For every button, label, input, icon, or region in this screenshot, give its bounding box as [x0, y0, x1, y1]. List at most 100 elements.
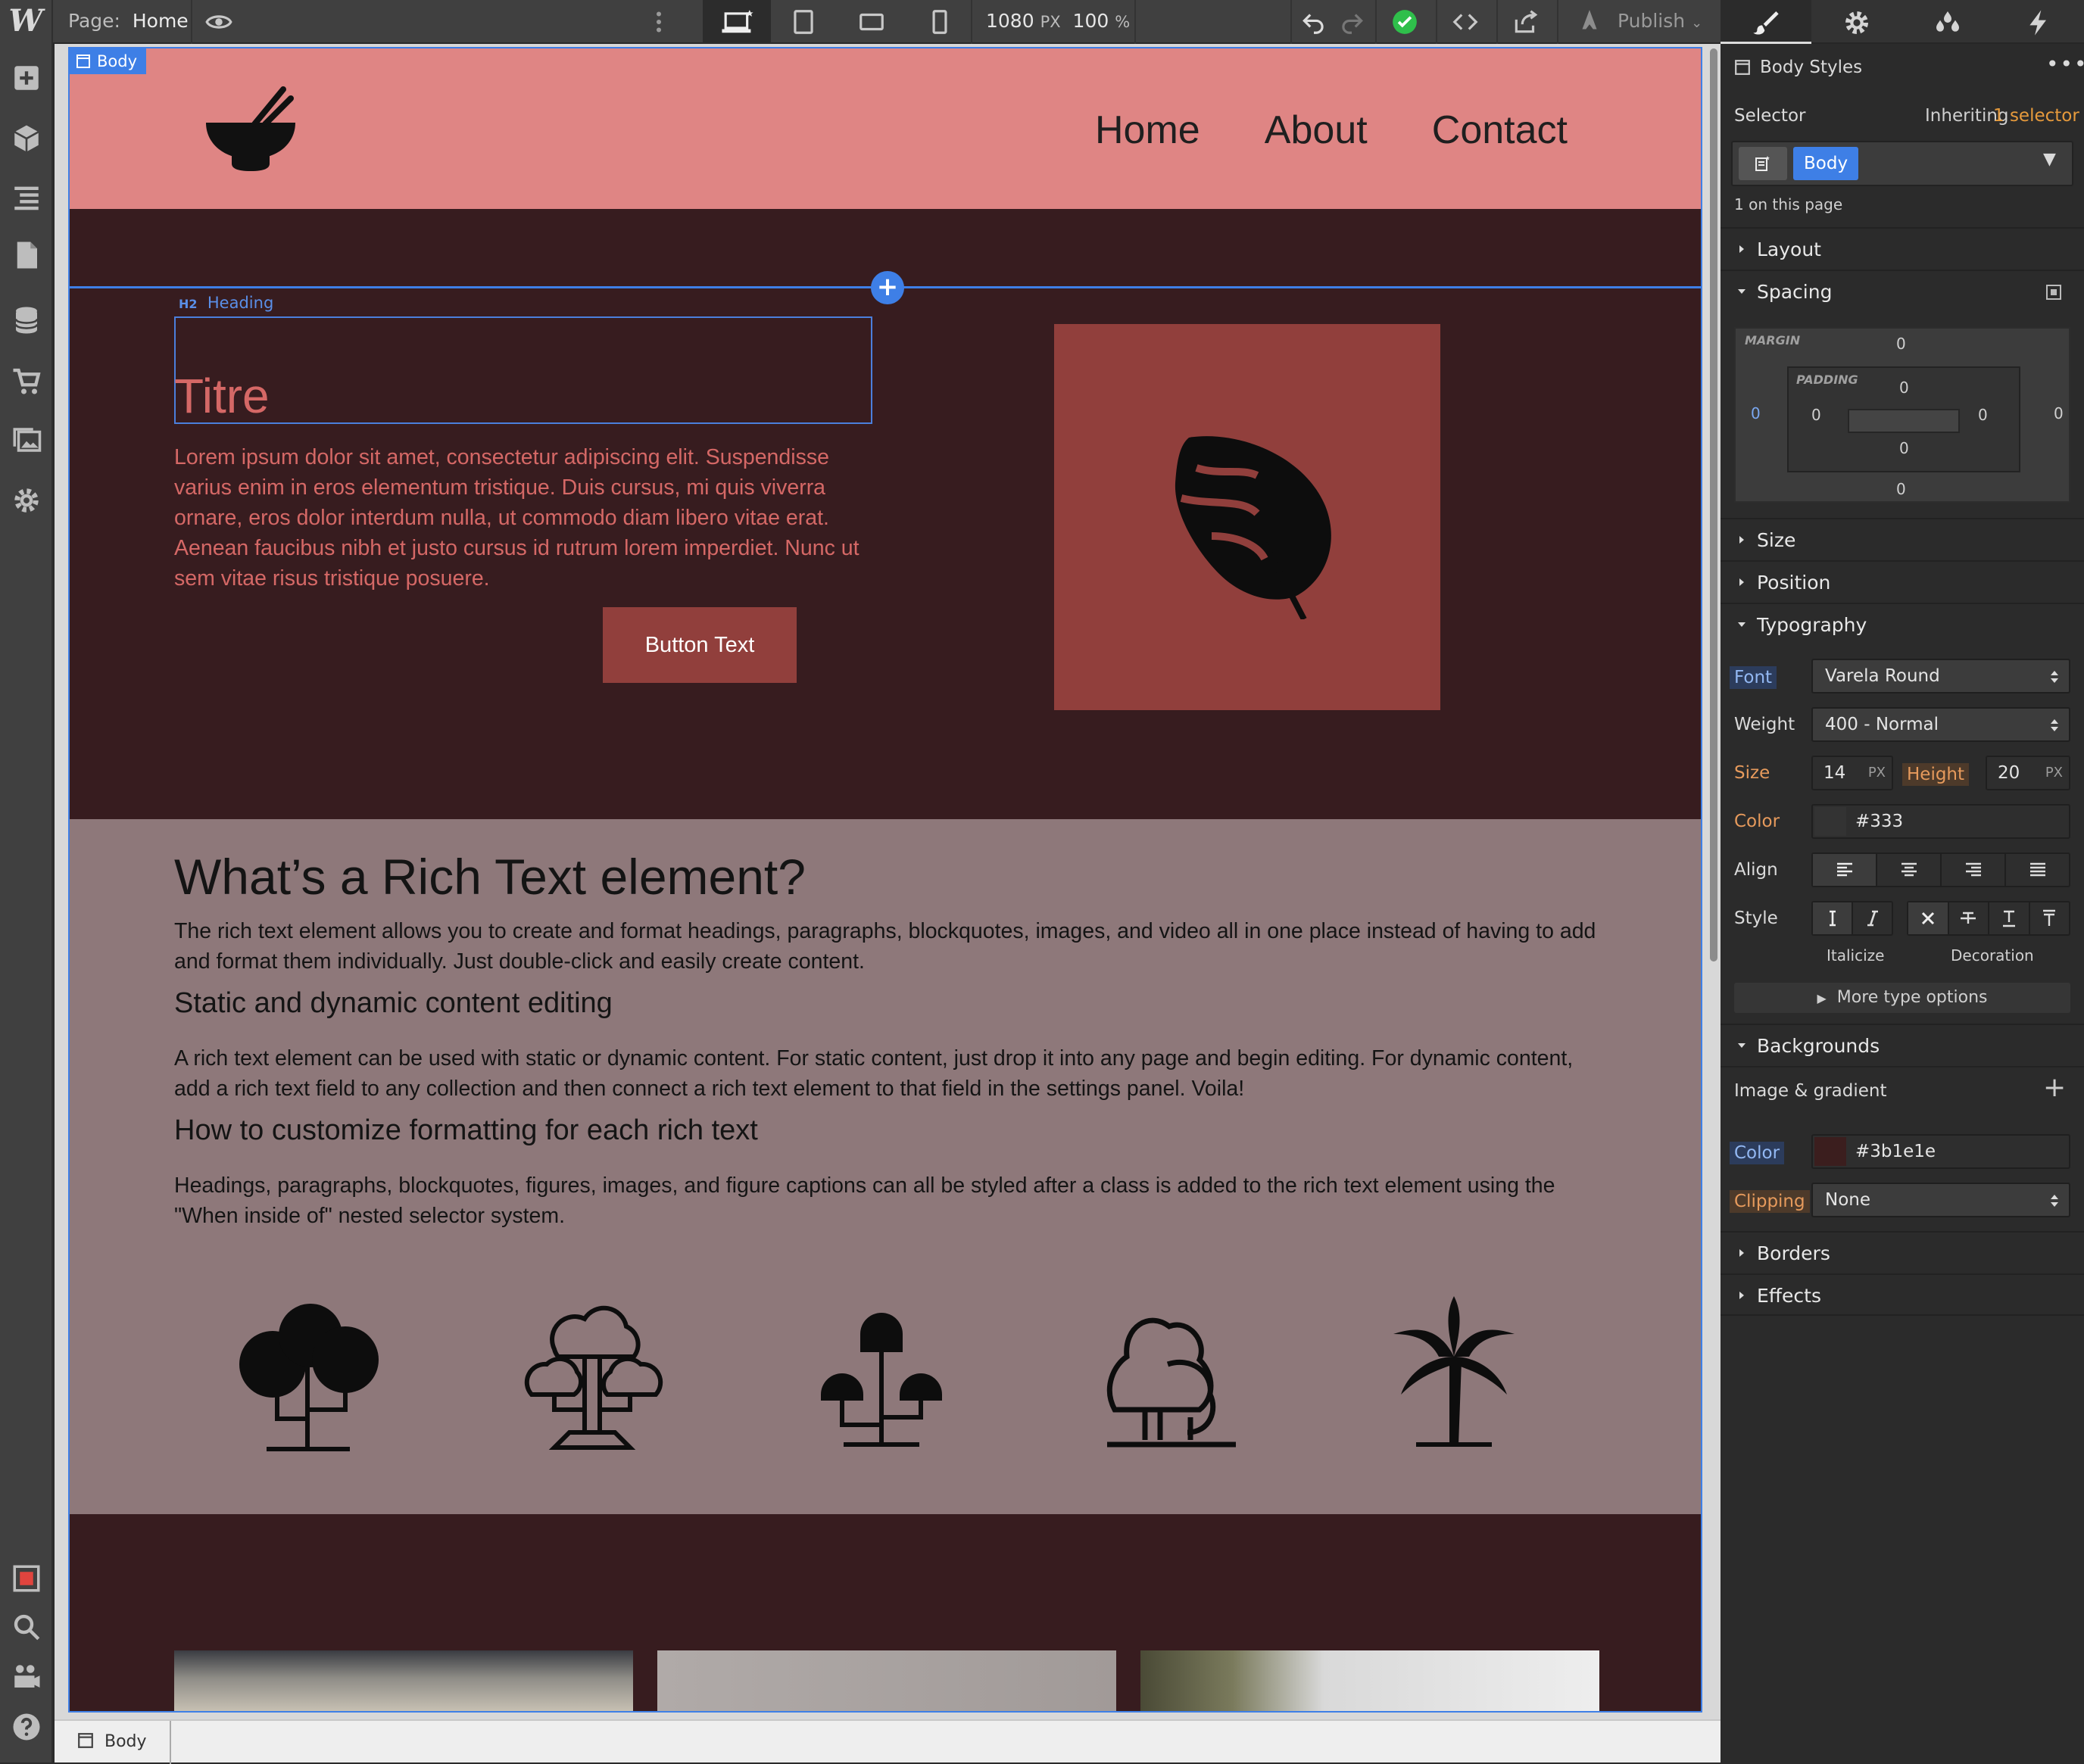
nav-link-home[interactable]: Home: [1095, 108, 1200, 152]
record-stop-icon[interactable]: [11, 1563, 42, 1594]
redo-icon[interactable]: [1337, 8, 1366, 36]
decoration-none-button[interactable]: [1908, 902, 1949, 934]
margin-right-value[interactable]: 0: [2054, 404, 2064, 422]
tab-settings[interactable]: [1811, 0, 1902, 44]
site-body[interactable]: Home About Contact + H2 Heading Titre Lo…: [68, 47, 1702, 1713]
symbols-cube-icon[interactable]: [11, 123, 42, 154]
italic-off-button[interactable]: [1813, 902, 1853, 934]
more-type-options-button[interactable]: ▶ More type options: [1734, 983, 2070, 1013]
add-section-plus-button[interactable]: +: [871, 271, 904, 304]
code-export-icon[interactable]: [1451, 8, 1480, 36]
margin-left-value[interactable]: 0: [1751, 404, 1761, 422]
inheriting-selector-link[interactable]: 1 selector: [1993, 106, 2079, 126]
clipping-select[interactable]: None: [1811, 1183, 2070, 1217]
assets-icon[interactable]: [11, 424, 42, 456]
ecommerce-cart-icon[interactable]: [11, 365, 42, 397]
bush-tree-icon[interactable]: [1084, 1289, 1251, 1455]
scrollbar-thumb[interactable]: [1710, 48, 1717, 961]
rich-text-h1[interactable]: What’s a Rich Text element?: [174, 848, 806, 905]
help-icon[interactable]: [11, 1711, 42, 1743]
section-typography[interactable]: Typography: [1721, 603, 2084, 645]
rich-text-section[interactable]: What’s a Rich Text element? The rich tex…: [68, 819, 1702, 1514]
align-center-button[interactable]: [1877, 854, 1942, 886]
share-icon[interactable]: [1512, 8, 1540, 36]
grid-image-sky[interactable]: [174, 1650, 633, 1713]
text-color-input[interactable]: #333: [1811, 804, 2070, 839]
tab-style-manager[interactable]: [1902, 0, 1993, 44]
padding-bottom-value[interactable]: 0: [1899, 439, 1909, 457]
rich-text-h3[interactable]: How to customize formatting for each ric…: [174, 1114, 758, 1147]
hero-paragraph[interactable]: Lorem ipsum dolor sit amet, consectetur …: [174, 442, 886, 594]
margin-top-value[interactable]: 0: [1896, 335, 1906, 353]
tab-interactions[interactable]: [1993, 0, 2084, 44]
desktop-breakpoint-icon[interactable]: [718, 8, 757, 36]
selector-element-button[interactable]: [1739, 147, 1787, 180]
section-backgrounds[interactable]: Backgrounds: [1721, 1024, 2084, 1066]
rich-text-h3[interactable]: Static and dynamic content editing: [174, 987, 613, 1020]
add-elements-icon[interactable]: [11, 62, 42, 94]
selector-chip-body[interactable]: Body: [1793, 147, 1859, 180]
image-grid-section[interactable]: [68, 1514, 1702, 1713]
spacing-preset-icon[interactable]: [2045, 283, 2063, 301]
nav-link-about[interactable]: About: [1265, 108, 1368, 152]
strikethrough-button[interactable]: [1949, 902, 1989, 934]
bg-color-swatch[interactable]: [1814, 1137, 1846, 1166]
settings-gear-icon[interactable]: [11, 485, 42, 516]
cms-database-icon[interactable]: [11, 304, 42, 336]
designer-canvas[interactable]: Home About Contact + H2 Heading Titre Lo…: [55, 44, 1721, 1719]
publish-button[interactable]: Publish ⌄: [1618, 10, 1702, 32]
section-layout[interactable]: Layout: [1721, 227, 2084, 270]
margin-bottom-value[interactable]: 0: [1896, 480, 1906, 498]
font-size-input[interactable]: 14 PX: [1811, 756, 1893, 790]
weight-select[interactable]: 400 - Normal: [1811, 707, 2070, 742]
section-spacing[interactable]: Spacing: [1721, 270, 2084, 312]
add-background-plus-icon[interactable]: +: [2043, 1072, 2066, 1103]
italic-on-button[interactable]: [1853, 902, 1892, 934]
undo-icon[interactable]: [1299, 8, 1328, 36]
grid-image-waterfall[interactable]: [1140, 1650, 1599, 1713]
bg-color-input[interactable]: #3b1e1e: [1811, 1134, 2070, 1169]
section-position[interactable]: Position: [1721, 560, 2084, 603]
hero-button[interactable]: Button Text: [603, 607, 797, 683]
tablet-breakpoint-icon[interactable]: [789, 8, 818, 36]
mobile-landscape-icon[interactable]: [857, 8, 886, 36]
padding-right-value[interactable]: 0: [1978, 406, 1988, 424]
line-height-input[interactable]: 20 PX: [1986, 756, 2070, 790]
body-selection-tag[interactable]: Body: [70, 48, 147, 74]
round-tree-icon[interactable]: [224, 1289, 391, 1455]
section-effects[interactable]: Effects: [1721, 1273, 2084, 1316]
padding-left-value[interactable]: 0: [1811, 406, 1821, 424]
chevron-down-icon[interactable]: ▼: [2043, 150, 2056, 169]
rich-text-paragraph[interactable]: Headings, paragraphs, blockquotes, figur…: [174, 1170, 1613, 1231]
align-right-button[interactable]: [1942, 854, 2006, 886]
align-justify-button[interactable]: [2006, 854, 2069, 886]
webflow-logo[interactable]: W: [0, 0, 53, 44]
text-color-swatch[interactable]: [1814, 807, 1846, 836]
align-left-button[interactable]: [1813, 854, 1877, 886]
cloud-tree-icon[interactable]: [509, 1289, 675, 1455]
grid-image-mist[interactable]: [657, 1650, 1116, 1713]
font-select[interactable]: Varela Round: [1811, 659, 2070, 693]
hero-heading[interactable]: Titre: [174, 368, 270, 424]
tab-style[interactable]: [1721, 0, 1811, 44]
navbar[interactable]: Home About Contact: [68, 47, 1702, 209]
navigator-icon[interactable]: [11, 182, 42, 213]
section-borders[interactable]: Borders: [1721, 1231, 2084, 1273]
section-size[interactable]: Size: [1721, 518, 2084, 560]
mobile-portrait-icon[interactable]: [925, 8, 954, 36]
selector-field[interactable]: Body ▼: [1731, 141, 2073, 186]
underline-button[interactable]: [1989, 902, 2030, 934]
mushroom-tree-icon[interactable]: [798, 1289, 965, 1455]
preview-eye-icon[interactable]: [204, 8, 233, 36]
breadcrumb-item-body[interactable]: Body: [68, 1721, 171, 1764]
canvas-scrollbar[interactable]: [1707, 44, 1721, 1719]
rich-text-paragraph[interactable]: The rich text element allows you to crea…: [174, 916, 1613, 977]
hero-image-block[interactable]: [1054, 324, 1440, 710]
page-selector[interactable]: Page: Home: [68, 10, 189, 32]
more-vertical-icon[interactable]: [654, 8, 672, 36]
pages-icon[interactable]: [11, 239, 42, 271]
palm-tree-icon[interactable]: [1371, 1289, 1537, 1455]
padding-top-value[interactable]: 0: [1899, 379, 1909, 397]
nav-link-contact[interactable]: Contact: [1432, 108, 1568, 152]
more-options-icon[interactable]: •••: [2046, 51, 2084, 76]
